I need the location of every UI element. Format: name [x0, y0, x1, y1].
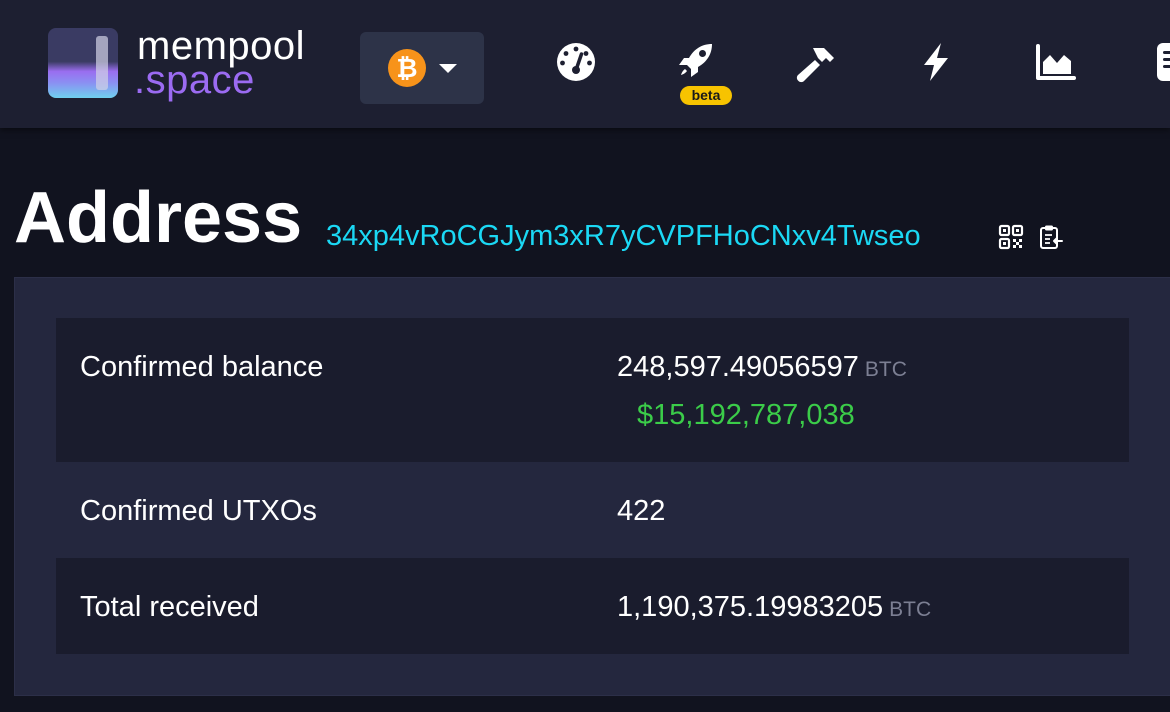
total-received-label: Total received — [80, 591, 259, 623]
docs-icon[interactable] — [1154, 40, 1170, 84]
confirmed-balance-unit: BTC — [864, 358, 907, 381]
dashboard-icon[interactable] — [554, 40, 598, 84]
confirmed-balance-value: 248,597.49056597 BTC — [617, 349, 907, 388]
table-row-total-received: Total received 1,190,375.19983205 BTC — [56, 558, 1129, 654]
logo-bar — [96, 36, 108, 90]
bitcoin-icon: ₿ — [388, 49, 426, 87]
table-row-confirmed-balance: Confirmed balance 248,597.49056597 BTC $1… — [56, 318, 1129, 462]
confirmed-balance-amount: 248,597.49056597 — [617, 351, 859, 383]
rocket-icon[interactable] — [674, 38, 718, 82]
total-received-value: 1,190,375.19983205 BTC — [617, 589, 931, 628]
hammer-icon[interactable] — [794, 40, 838, 84]
table-row-confirmed-utxos: Confirmed UTXOs 422 — [56, 462, 1129, 558]
qr-code-icon[interactable] — [998, 224, 1024, 250]
caret-down-icon — [439, 64, 457, 73]
page-title: Address — [14, 178, 303, 258]
mempool-logo[interactable] — [48, 28, 118, 98]
confirmed-utxos-label: Confirmed UTXOs — [80, 495, 317, 527]
chart-icon[interactable] — [1034, 40, 1078, 84]
address-link[interactable]: 34xp4vRoCGJym3xR7yCVPFHoCNxv4Twseo — [326, 216, 921, 256]
brand-domain[interactable]: .space — [134, 58, 255, 102]
total-received-amount: 1,190,375.19983205 — [617, 591, 884, 623]
top-navbar: mempool .space ₿ beta — [0, 0, 1170, 128]
copy-clipboard-icon[interactable] — [1038, 224, 1064, 250]
confirmed-balance-label: Confirmed balance — [80, 351, 324, 383]
confirmed-utxos-value: 422 — [617, 495, 666, 527]
beta-badge: beta — [680, 86, 732, 105]
total-received-unit: BTC — [889, 598, 932, 621]
network-selector-button[interactable]: ₿ — [360, 32, 484, 104]
lightning-icon[interactable] — [914, 40, 958, 84]
confirmed-balance-fiat[interactable]: $15,192,787,038 — [637, 397, 855, 433]
